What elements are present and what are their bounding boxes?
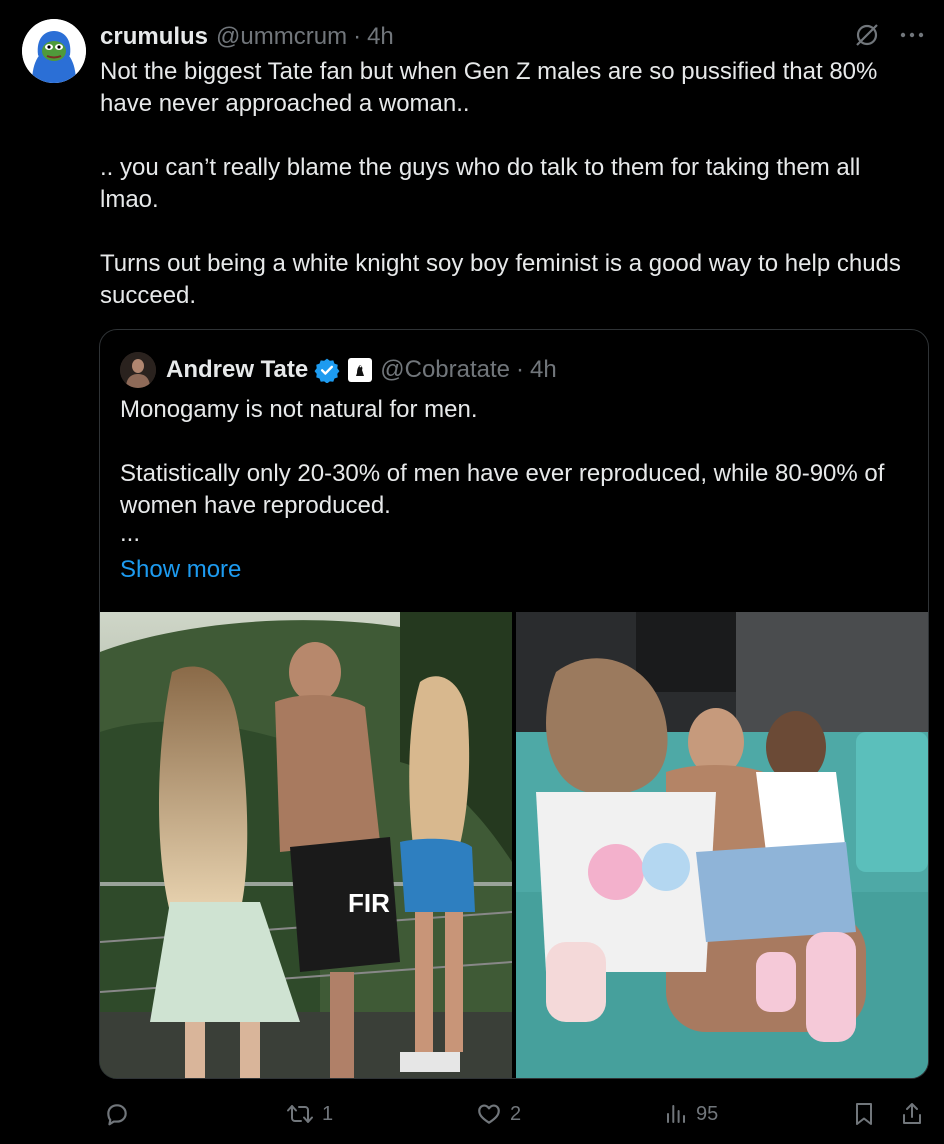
photo-balcony-image: FIR [100, 612, 512, 1078]
author-avatar[interactable] [22, 19, 86, 83]
retweet-icon [286, 1101, 314, 1127]
verified-badge-icon [314, 357, 340, 383]
views-button[interactable]: 95 [664, 1096, 718, 1132]
reply-button[interactable] [104, 1096, 138, 1132]
heart-icon [476, 1101, 502, 1127]
quoted-paragraph: Statistically only 20-30% of men have ev… [120, 460, 885, 519]
tweet-text: Not the biggest Tate fan but when Gen Z … [100, 56, 920, 312]
bookmark-button[interactable] [852, 1096, 876, 1132]
grok-icon[interactable] [854, 22, 880, 48]
media-photo-balcony[interactable]: FIR [100, 612, 512, 1078]
quoted-time[interactable]: 4h [530, 356, 557, 384]
quoted-avatar-icon [120, 352, 156, 388]
author-display-name[interactable]: crumulus [100, 23, 208, 51]
affiliation-badge-icon[interactable] [348, 358, 373, 382]
author-handle[interactable]: @ummcrum [216, 23, 347, 51]
quoted-media-grid: FIR [100, 612, 928, 1078]
quoted-display-name[interactable]: Andrew Tate [166, 356, 308, 384]
share-icon [900, 1101, 924, 1127]
retweet-count: 1 [322, 1102, 334, 1125]
more-options-icon[interactable] [900, 31, 924, 39]
views-count: 95 [696, 1102, 719, 1125]
show-more-link[interactable]: Show more [120, 556, 241, 584]
tweet-time[interactable]: 4h [367, 23, 394, 51]
quoted-ellipsis: ... [120, 520, 141, 547]
media-photo-couch[interactable] [516, 612, 928, 1078]
quoted-tweet[interactable]: Andrew Tate @Cobratate · 4h Monogamy is … [99, 329, 929, 1079]
tweet-actions: 1 2 95 [100, 1096, 930, 1132]
quoted-text: Monogamy is not natural for men. Statist… [120, 394, 910, 546]
quoted-header: Andrew Tate @Cobratate · 4h [120, 352, 557, 388]
header-actions [854, 22, 924, 48]
quoted-paragraph: Monogamy is not natural for men. [120, 396, 478, 423]
separator-dot: · [516, 356, 525, 383]
bookmark-icon [852, 1101, 876, 1127]
retweet-button[interactable]: 1 [286, 1096, 333, 1132]
like-button[interactable]: 2 [476, 1096, 521, 1132]
tweet-paragraph: Turns out being a white knight soy boy f… [100, 250, 901, 309]
tweet-paragraph: Not the biggest Tate fan but when Gen Z … [100, 58, 878, 117]
tweet-paragraph: .. you can’t really blame the guys who d… [100, 154, 861, 213]
like-count: 2 [510, 1102, 522, 1125]
separator-dot: · [353, 23, 362, 50]
views-chart-icon [664, 1102, 688, 1126]
quoted-handle[interactable]: @Cobratate [380, 356, 510, 384]
photo-couch-image [516, 612, 928, 1078]
reply-icon [104, 1101, 130, 1127]
svg-text:FIR: FIR [348, 888, 390, 918]
pepe-avatar-icon [22, 19, 86, 83]
share-button[interactable] [900, 1096, 924, 1132]
tweet-header: crumulus @ummcrum · 4h [100, 22, 924, 52]
tweet: crumulus @ummcrum · 4h Not the biggest T… [0, 0, 944, 1144]
quoted-author-avatar[interactable] [120, 352, 156, 388]
